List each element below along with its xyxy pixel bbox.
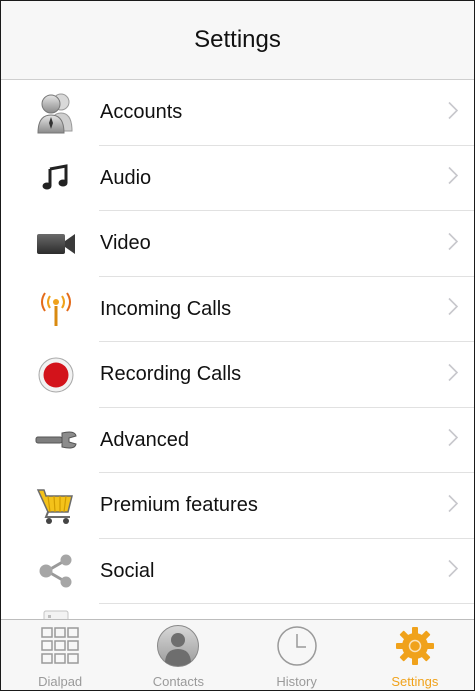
settings-item-video[interactable]: Video (1, 211, 474, 277)
settings-item-label: Incoming Calls (100, 297, 232, 320)
settings-item-audio[interactable]: Audio (1, 146, 474, 212)
chevron-right-icon (448, 363, 459, 386)
chevron-right-icon (448, 560, 459, 583)
settings-item-label: Video (100, 232, 151, 255)
tab-settings[interactable]: Settings (356, 620, 474, 690)
record-icon (34, 353, 78, 397)
settings-item-advanced[interactable]: Advanced (1, 408, 474, 474)
shopping-cart-icon (34, 484, 78, 528)
tab-dialpad[interactable]: Dialpad (1, 620, 119, 690)
settings-item-label: Social (100, 559, 155, 582)
settings-item-incoming-calls[interactable]: Incoming Calls (1, 277, 474, 343)
wrench-icon (34, 418, 78, 462)
chevron-right-icon (448, 101, 459, 124)
settings-item-label: Accounts (100, 101, 183, 124)
settings-item-label: Recording Calls (100, 363, 242, 386)
chevron-right-icon (448, 167, 459, 190)
clock-icon (276, 626, 318, 666)
settings-list: Accounts Audio Video Incoming Calls Reco… (1, 80, 474, 634)
tab-contacts[interactable]: Contacts (119, 620, 237, 690)
tab-label: History (276, 674, 317, 689)
tab-label: Dialpad (38, 674, 83, 689)
tab-label: Contacts (152, 674, 205, 689)
chevron-right-icon (448, 232, 459, 255)
settings-item-label: Advanced (100, 428, 189, 451)
dialpad-icon (40, 626, 80, 666)
antenna-icon (34, 287, 78, 331)
music-note-icon (34, 156, 78, 200)
video-camera-icon (34, 222, 78, 266)
tab-history[interactable]: History (238, 620, 356, 690)
accounts-icon (34, 91, 78, 135)
contact-person-icon (156, 625, 200, 667)
settings-item-label: Premium features (100, 494, 258, 517)
settings-item-accounts[interactable]: Accounts (1, 80, 474, 146)
settings-item-recording-calls[interactable]: Recording Calls (1, 342, 474, 408)
settings-item-social[interactable]: Social (1, 539, 474, 605)
gear-icon (395, 626, 435, 666)
chevron-right-icon (448, 494, 459, 517)
share-icon (34, 549, 78, 593)
tab-bar: Dialpad Contacts History Settings (1, 619, 474, 690)
page-title: Settings (194, 26, 281, 53)
app-frame: Settings Accounts Audio Video Incoming C… (0, 0, 475, 691)
tab-label: Settings (391, 674, 439, 689)
chevron-right-icon (448, 298, 459, 321)
settings-item-premium-features[interactable]: Premium features (1, 473, 474, 539)
nav-bar: Settings (1, 1, 474, 80)
settings-item-label: Audio (100, 166, 152, 189)
chevron-right-icon (448, 429, 459, 452)
